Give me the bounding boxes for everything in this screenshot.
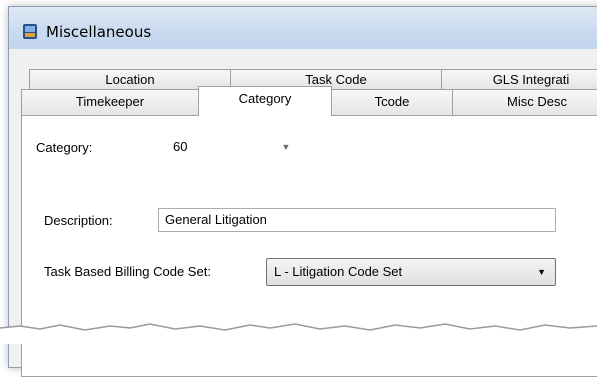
task-billing-label: Task Based Billing Code Set:	[44, 264, 211, 279]
description-label: Description:	[44, 213, 113, 228]
category-label: Category:	[36, 140, 93, 155]
tab-label: Task Code	[305, 72, 367, 87]
tab-label: Timekeeper	[75, 94, 145, 109]
app-window-icon	[23, 24, 37, 39]
tab-label: Tcode	[374, 94, 410, 109]
tab-misc-desc[interactable]: Misc Desc	[452, 89, 597, 115]
torn-edge	[0, 323, 597, 344]
tab-strip: Location Task Code GLS Integrati Timekee…	[21, 49, 597, 116]
category-value: 60	[173, 139, 188, 154]
task-billing-code-select[interactable]: L - Litigation Code Set ▼	[266, 258, 556, 286]
tab-category[interactable]: Category	[198, 86, 332, 116]
category-input[interactable]: 60	[166, 135, 272, 159]
chevron-down-icon: ▼	[281, 142, 291, 152]
tab-gls-integration[interactable]: GLS Integrati	[441, 69, 597, 89]
tab-label: Location	[105, 72, 155, 87]
task-billing-value: L - Litigation Code Set	[274, 264, 403, 279]
description-input[interactable]: General Litigation	[158, 208, 556, 232]
title-bar: Miscellaneous	[9, 7, 597, 49]
tab-label: Category	[238, 91, 292, 106]
description-value: General Litigation	[165, 212, 267, 227]
window-title: Miscellaneous	[46, 23, 152, 41]
tab-timekeeper[interactable]: Timekeeper	[21, 89, 199, 115]
tab-label: GLS Integrati	[492, 72, 570, 87]
category-dropdown-button[interactable]: ▼	[276, 135, 296, 159]
tab-tcode[interactable]: Tcode	[331, 89, 453, 115]
chevron-down-icon: ▼	[537, 267, 546, 277]
tab-label: Misc Desc	[507, 94, 567, 109]
